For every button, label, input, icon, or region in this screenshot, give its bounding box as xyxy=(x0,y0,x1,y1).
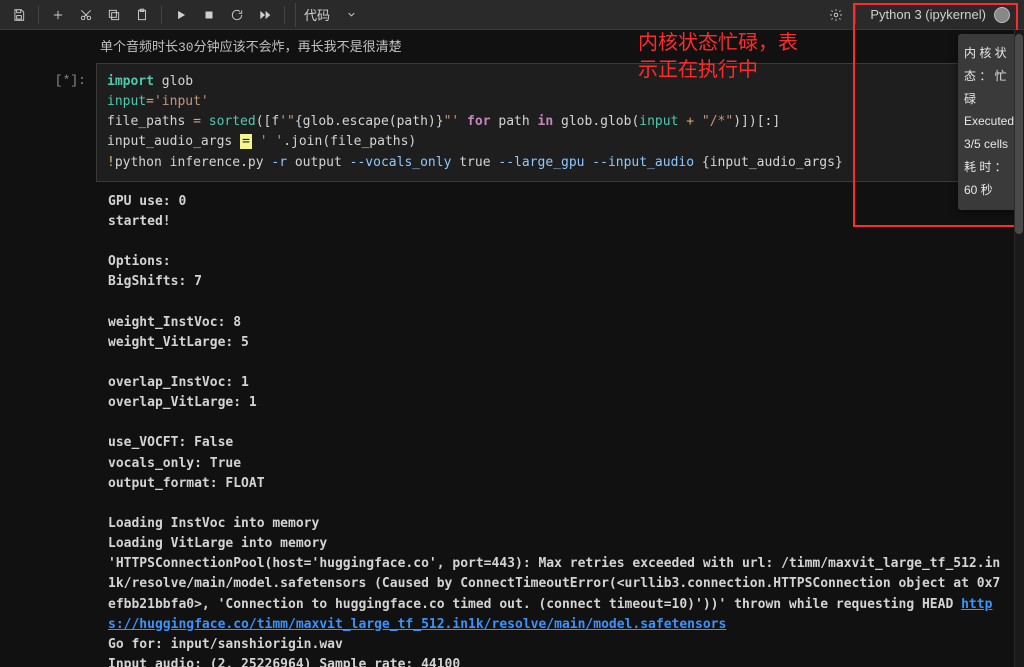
tooltip-line: 内 核 状 xyxy=(964,42,1016,65)
code-cell[interactable]: [*]: import glob input='input' file_path… xyxy=(10,63,1014,182)
cli-flag: --large_gpu xyxy=(498,155,584,170)
op: = xyxy=(193,114,209,129)
tooltip-line: 态 ： 忙 xyxy=(964,65,1016,88)
code-text: {input_audio_args} xyxy=(694,155,843,170)
separator xyxy=(855,6,856,24)
run-icon[interactable] xyxy=(168,3,194,27)
cli-flag: --input_audio xyxy=(592,155,694,170)
code-editor[interactable]: import glob input='input' file_paths = s… xyxy=(96,63,1014,182)
string: '" xyxy=(279,114,295,129)
kernel-name[interactable]: Python 3 (ipykernel) xyxy=(862,7,1018,23)
tooltip-line: 耗 时 ： xyxy=(964,156,1016,179)
save-icon[interactable] xyxy=(6,3,32,27)
var-input: input xyxy=(639,114,678,129)
scrollbar-thumb[interactable] xyxy=(1015,34,1023,234)
cut-icon[interactable] xyxy=(73,3,99,27)
string: ' ' xyxy=(252,134,283,149)
output-text: GPU use: 0 started! Options: BigShifts: … xyxy=(108,194,327,551)
restart-icon[interactable] xyxy=(224,3,250,27)
kw-for: for xyxy=(459,114,490,129)
celltype-dropdown[interactable]: 代码 xyxy=(295,3,365,27)
cli-flag: -r xyxy=(271,155,287,170)
bang: ! xyxy=(107,155,115,170)
kernel-busy-indicator xyxy=(994,7,1010,23)
string: "/*" xyxy=(702,114,733,129)
code-text: glob xyxy=(553,114,592,129)
highlighted-eq: = xyxy=(240,134,252,149)
code-text: .glob( xyxy=(592,114,639,129)
kernel-label: Python 3 (ipykernel) xyxy=(870,7,986,22)
copy-icon[interactable] xyxy=(101,3,127,27)
separator xyxy=(38,6,39,24)
code-text: ([f xyxy=(256,114,279,129)
notebook-area: 单个音频时长30分钟应该不会炸，再长我不是很清楚 [*]: import glo… xyxy=(0,30,1024,667)
celltype-label: 代码 xyxy=(304,5,330,24)
op: + xyxy=(678,114,701,129)
kw-import: import xyxy=(107,74,154,89)
gear-icon[interactable] xyxy=(823,3,849,27)
separator xyxy=(284,6,285,24)
add-cell-icon[interactable] xyxy=(45,3,71,27)
kernel-status-tooltip: 内 核 状 态 ： 忙 碌 Executed 3/5 cells 耗 时 ： 6… xyxy=(958,34,1022,210)
tooltip-line: 60 秒 xyxy=(964,179,1016,202)
code-text: path xyxy=(491,114,538,129)
tooltip-line: 碌 xyxy=(964,88,1016,111)
stop-icon[interactable] xyxy=(196,3,222,27)
code-text: file_paths xyxy=(107,114,193,129)
string: 'input' xyxy=(154,94,209,109)
toolbar: 代码 Python 3 (ipykernel) xyxy=(0,0,1024,30)
code-text: true xyxy=(451,155,498,170)
fn-sorted: sorted xyxy=(209,114,256,129)
tooltip-line: Executed xyxy=(964,110,1016,133)
code-text: glob xyxy=(154,74,193,89)
output-error: 'HTTPSConnectionPool(host='huggingface.c… xyxy=(108,556,1000,611)
code-text: )])[:] xyxy=(733,114,780,129)
markdown-note: 单个音频时长30分钟应该不会炸，再长我不是很清楚 xyxy=(10,36,1014,63)
var-input: input xyxy=(107,94,146,109)
cell-prompt: [*]: xyxy=(10,63,96,182)
op: = xyxy=(146,94,154,109)
separator xyxy=(161,6,162,24)
kw-in: in xyxy=(538,114,554,129)
output-text: Go for: input/sanshiorigin.wav Input aud… xyxy=(108,637,460,667)
string: "' xyxy=(444,114,460,129)
code-text: output xyxy=(287,155,350,170)
code-text: input_audio_args xyxy=(107,134,240,149)
chevron-down-icon xyxy=(346,9,357,20)
fstring-expr: {glob.escape(path)} xyxy=(295,114,444,129)
code-text: .join(file_paths) xyxy=(283,134,416,149)
tooltip-line: 3/5 cells xyxy=(964,133,1016,156)
cli-flag: --vocals_only xyxy=(350,155,452,170)
code-text: python inference.py xyxy=(115,155,272,170)
paste-icon[interactable] xyxy=(129,3,155,27)
vertical-scrollbar[interactable] xyxy=(1014,30,1024,667)
cell-output: GPU use: 0 started! Options: BigShifts: … xyxy=(96,182,1014,667)
fast-forward-icon[interactable] xyxy=(252,3,278,27)
